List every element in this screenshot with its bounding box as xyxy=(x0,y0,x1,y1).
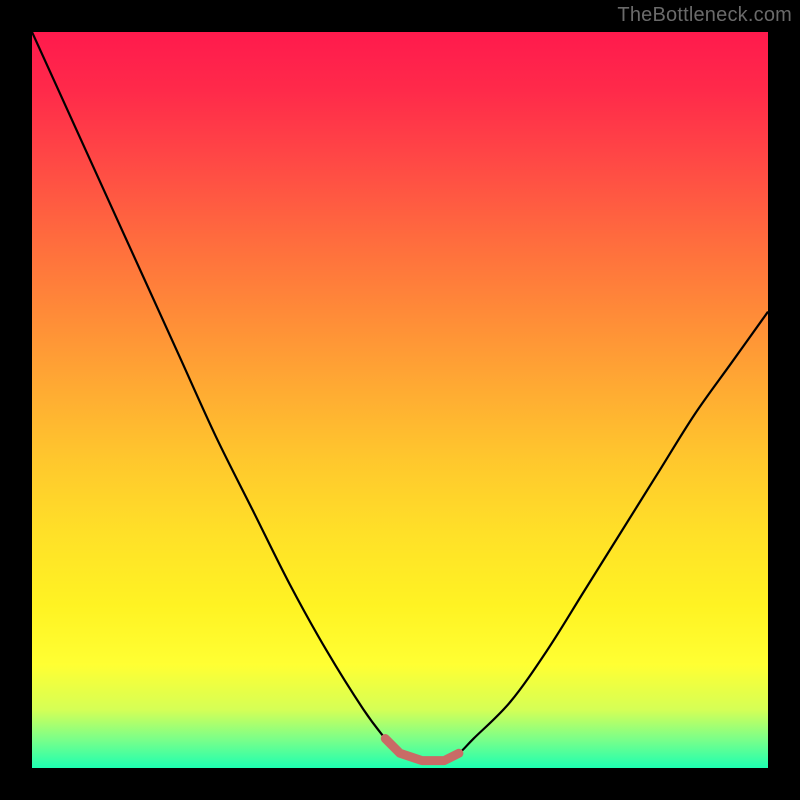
flat-region-marker xyxy=(385,739,459,761)
plot-area xyxy=(32,32,768,768)
watermark-label: TheBottleneck.com xyxy=(617,4,792,27)
chart-frame: TheBottleneck.com xyxy=(0,0,800,800)
bottleneck-curve-path xyxy=(32,32,768,762)
curve-svg xyxy=(32,32,768,768)
